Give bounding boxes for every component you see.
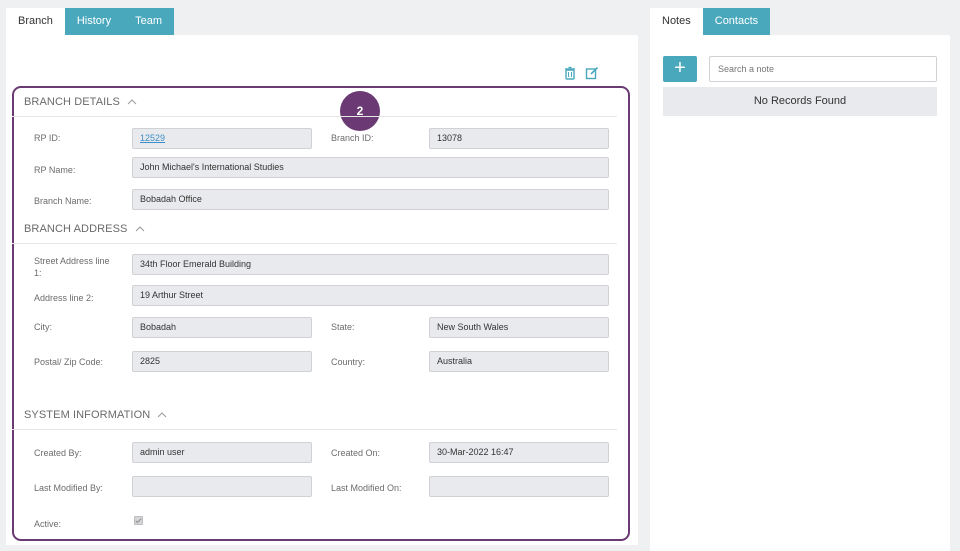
chevron-up-icon — [157, 409, 167, 421]
label-rp-id: RP ID: — [34, 133, 61, 143]
section-system-information-label: SYSTEM INFORMATION — [24, 409, 151, 421]
label-last-modified-on: Last Modified On: — [331, 483, 402, 493]
street-line-1-field[interactable]: 34th Floor Emerald Building — [132, 254, 609, 275]
branch-id-field[interactable]: 13078 — [429, 128, 609, 149]
label-branch-name: Branch Name: — [34, 196, 92, 206]
label-created-by: Created By: — [34, 448, 82, 458]
label-created-on: Created On: — [331, 448, 381, 458]
label-active: Active: — [34, 519, 62, 529]
tab-branch[interactable]: Branch — [6, 8, 65, 35]
no-records-message: No Records Found — [663, 87, 937, 116]
rp-id-link[interactable]: 12529 — [140, 133, 165, 143]
tab-contacts[interactable]: Contacts — [702, 8, 771, 35]
label-country: Country: — [331, 357, 366, 367]
active-checkbox[interactable] — [134, 516, 143, 525]
note-search-input[interactable] — [709, 56, 937, 82]
left-tab-bar: Branch History Team — [6, 8, 174, 35]
label-rp-name: RP Name: — [34, 165, 76, 175]
section-branch-address-label: BRANCH ADDRESS — [24, 223, 128, 235]
divider — [12, 243, 617, 244]
last-modified-by-field[interactable] — [132, 476, 312, 497]
chevron-up-icon — [127, 96, 137, 108]
state-field[interactable]: New South Wales — [429, 317, 609, 338]
section-branch-details[interactable]: BRANCH DETAILS — [24, 96, 137, 108]
label-street-line-1-part-b: 1: — [34, 268, 42, 278]
tab-notes[interactable]: Notes — [650, 8, 703, 35]
divider — [12, 116, 617, 117]
postal-field[interactable]: 2825 — [132, 351, 312, 372]
section-branch-address[interactable]: BRANCH ADDRESS — [24, 223, 145, 235]
rp-name-field[interactable]: John Michael's International Studies — [132, 157, 609, 178]
last-modified-on-field[interactable] — [429, 476, 609, 497]
right-tab-bar: Notes Contacts — [650, 8, 771, 35]
label-city: City: — [34, 322, 52, 332]
trash-icon[interactable] — [563, 66, 577, 80]
divider — [12, 429, 617, 430]
tab-history[interactable]: History — [64, 8, 124, 35]
address-line-2-field[interactable]: 19 Arthur Street — [132, 285, 609, 306]
label-last-modified-by: Last Modified By: — [34, 483, 104, 493]
label-branch-id: Branch ID: — [331, 133, 374, 143]
highlighted-details-region — [12, 86, 630, 541]
chevron-up-icon — [135, 223, 145, 235]
label-address-line-2: Address line 2: — [34, 293, 94, 303]
section-system-information[interactable]: SYSTEM INFORMATION — [24, 409, 167, 421]
section-branch-details-label: BRANCH DETAILS — [24, 96, 120, 108]
label-postal: Postal/ Zip Code: — [34, 357, 104, 367]
tab-team[interactable]: Team — [123, 8, 174, 35]
rp-id-field[interactable]: 12529 — [132, 128, 312, 149]
label-street-line-1-part-a: Street Address line — [34, 256, 110, 266]
plus-icon: + — [674, 57, 686, 79]
created-on-field[interactable]: 30-Mar-2022 16:47 — [429, 442, 609, 463]
created-by-field[interactable]: admin user — [132, 442, 312, 463]
step-badge: 2 — [340, 91, 380, 131]
branch-name-field[interactable]: Bobadah Office — [132, 189, 609, 210]
label-street-line-1: Street Address line 1: — [34, 255, 110, 279]
country-field[interactable]: Australia — [429, 351, 609, 372]
city-field[interactable]: Bobadah — [132, 317, 312, 338]
add-note-button[interactable]: + — [663, 56, 697, 82]
edit-icon[interactable] — [585, 66, 599, 80]
label-state: State: — [331, 322, 355, 332]
